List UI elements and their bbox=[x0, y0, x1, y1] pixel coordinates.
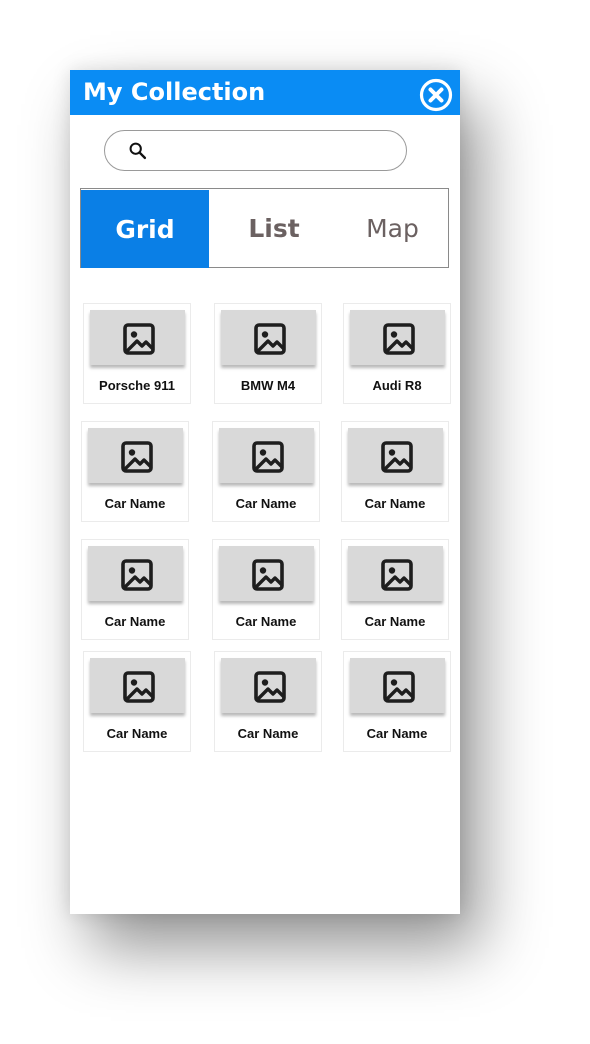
car-thumbnail bbox=[88, 428, 183, 483]
car-card[interactable]: Car Name bbox=[212, 421, 320, 522]
car-card[interactable]: Car Name bbox=[343, 651, 451, 752]
image-icon bbox=[381, 559, 413, 591]
tab-grid[interactable]: Grid bbox=[81, 190, 209, 268]
car-card[interactable]: Car Name bbox=[214, 651, 322, 752]
close-button[interactable] bbox=[419, 78, 453, 112]
image-icon bbox=[252, 441, 284, 473]
car-thumbnail bbox=[350, 310, 445, 365]
car-name-label: Car Name bbox=[366, 726, 428, 741]
car-name-label: Car Name bbox=[235, 496, 297, 511]
car-name-label: Car Name bbox=[235, 614, 297, 629]
car-thumbnail bbox=[348, 546, 443, 601]
image-icon bbox=[123, 671, 155, 703]
car-name-label: Car Name bbox=[364, 614, 426, 629]
car-name-label: Audi R8 bbox=[372, 378, 422, 393]
collection-panel: My Collection Grid List Map Porsche 911 B… bbox=[70, 70, 460, 914]
car-name-label: Car Name bbox=[237, 726, 299, 741]
car-card[interactable]: Car Name bbox=[81, 539, 189, 640]
panel-header: My Collection bbox=[70, 70, 460, 115]
image-icon bbox=[123, 323, 155, 355]
search-input[interactable] bbox=[159, 137, 395, 166]
car-thumbnail bbox=[90, 310, 185, 365]
car-card[interactable]: Car Name bbox=[341, 539, 449, 640]
car-thumbnail bbox=[221, 658, 316, 713]
image-icon bbox=[121, 559, 153, 591]
tab-list[interactable]: List bbox=[209, 189, 339, 267]
car-card[interactable]: Car Name bbox=[212, 539, 320, 640]
car-thumbnail bbox=[350, 658, 445, 713]
car-card[interactable]: Car Name bbox=[81, 421, 189, 522]
car-card[interactable]: Porsche 911 bbox=[83, 303, 191, 404]
car-thumbnail bbox=[88, 546, 183, 601]
car-card[interactable]: Car Name bbox=[341, 421, 449, 522]
image-icon bbox=[383, 323, 415, 355]
car-name-label: Car Name bbox=[364, 496, 426, 511]
image-icon bbox=[254, 671, 286, 703]
car-card[interactable]: BMW M4 bbox=[214, 303, 322, 404]
car-thumbnail bbox=[219, 546, 314, 601]
view-tabs: Grid List Map bbox=[80, 188, 449, 268]
car-card[interactable]: Audi R8 bbox=[343, 303, 451, 404]
car-name-label: Porsche 911 bbox=[99, 378, 175, 393]
car-thumbnail bbox=[348, 428, 443, 483]
search-bar[interactable] bbox=[104, 130, 407, 171]
car-thumbnail bbox=[221, 310, 316, 365]
car-card[interactable]: Car Name bbox=[83, 651, 191, 752]
tab-map[interactable]: Map bbox=[339, 189, 446, 267]
image-icon bbox=[252, 559, 284, 591]
car-name-label: Car Name bbox=[106, 726, 168, 741]
panel-title: My Collection bbox=[83, 78, 266, 106]
car-name-label: Car Name bbox=[104, 496, 166, 511]
image-icon bbox=[383, 671, 415, 703]
image-icon bbox=[381, 441, 413, 473]
search-icon bbox=[129, 142, 147, 160]
close-circle-icon bbox=[419, 78, 453, 112]
car-thumbnail bbox=[90, 658, 185, 713]
car-name-label: Car Name bbox=[104, 614, 166, 629]
car-name-label: BMW M4 bbox=[240, 378, 296, 393]
image-icon bbox=[121, 441, 153, 473]
image-icon bbox=[254, 323, 286, 355]
car-thumbnail bbox=[219, 428, 314, 483]
